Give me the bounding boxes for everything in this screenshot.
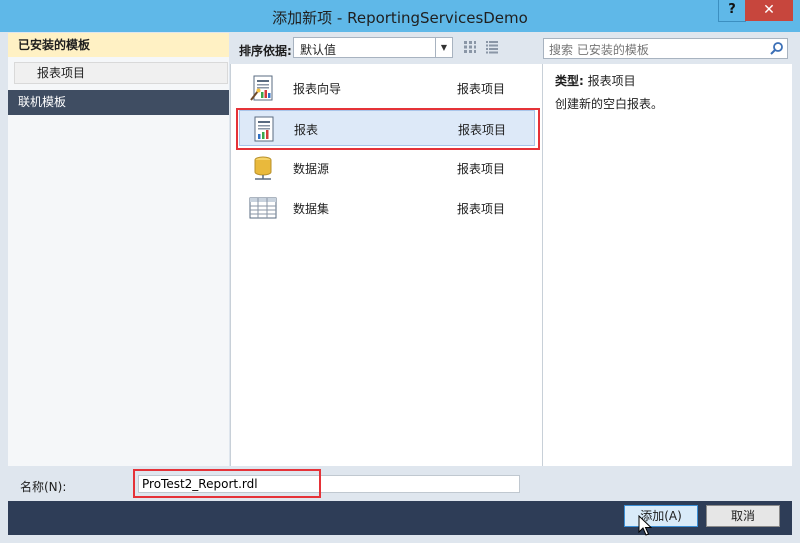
template-description: 创建新的空白报表。 <box>555 97 664 111</box>
template-item-data-source[interactable]: 数据源 报表项目 <box>239 150 535 186</box>
report-wizard-icon <box>250 75 273 101</box>
highlight-name-input <box>133 469 321 498</box>
tree-item-report-items[interactable]: 报表项目 <box>14 62 228 84</box>
search-input[interactable] <box>547 40 766 59</box>
type-label: 类型: <box>555 74 584 88</box>
name-label: 名称(N): <box>20 480 67 494</box>
template-category-pane: 已安装的模板 报表项目 联机模板 <box>8 33 229 466</box>
highlight-selected-item <box>236 108 540 150</box>
online-templates-header[interactable]: 联机模板 <box>8 90 229 115</box>
template-item-category: 报表项目 <box>457 202 506 216</box>
list-view-icon[interactable] <box>485 40 499 54</box>
close-icon: ✕ <box>763 2 775 18</box>
chevron-down-icon[interactable]: ▼ <box>435 38 452 57</box>
sort-by-dropdown[interactable]: 默认值 ▼ <box>293 37 453 58</box>
name-row: 名称(N): <box>8 467 792 501</box>
help-button[interactable]: ? <box>718 0 746 22</box>
template-item-category: 报表项目 <box>457 162 506 176</box>
template-type: 类型: 报表项目 <box>555 72 636 89</box>
add-new-item-dialog: 添加新项 - ReportingServicesDemo ? ✕ 已安装的模板 … <box>0 0 800 543</box>
sort-by-value: 默认值 <box>300 43 337 57</box>
template-item-name: 数据集 <box>293 202 330 216</box>
cancel-button[interactable]: 取消 <box>706 505 780 527</box>
mouse-cursor-icon <box>638 515 652 536</box>
template-description-pane: 类型: 报表项目 创建新的空白报表。 <box>542 64 792 466</box>
dataset-icon <box>249 197 277 219</box>
template-item-report-wizard[interactable]: 报表向导 报表项目 <box>239 70 535 106</box>
title-bar: 添加新项 - ReportingServicesDemo ? ✕ <box>0 0 800 32</box>
close-button[interactable]: ✕ <box>745 0 793 21</box>
installed-templates-header[interactable]: 已安装的模板 <box>8 33 229 57</box>
search-icon[interactable] <box>769 41 784 56</box>
data-source-icon <box>254 156 272 180</box>
template-item-name: 报表向导 <box>293 82 342 96</box>
template-item-dataset[interactable]: 数据集 报表项目 <box>239 190 535 226</box>
type-value: 报表项目 <box>587 74 636 88</box>
template-item-name: 数据源 <box>293 162 330 176</box>
window-title: 添加新项 - ReportingServicesDemo <box>272 9 528 27</box>
search-box[interactable] <box>543 38 788 59</box>
add-button[interactable]: 添加(A) <box>624 505 698 527</box>
small-icons-view-icon[interactable] <box>463 40 477 54</box>
sort-by-label: 排序依据: <box>239 44 292 58</box>
template-item-category: 报表项目 <box>457 82 506 96</box>
